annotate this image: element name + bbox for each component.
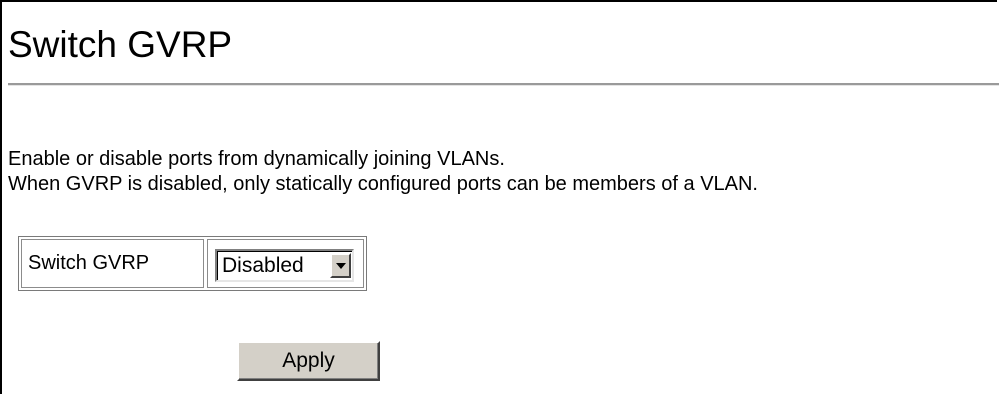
title-divider xyxy=(8,83,999,86)
select-dropdown-button[interactable] xyxy=(330,253,351,278)
select-inner: Disabled xyxy=(217,251,352,280)
page-title: Switch GVRP xyxy=(8,24,233,65)
page-description: Enable or disable ports from dynamically… xyxy=(8,147,758,197)
switch-gvrp-value-cell: Disabled xyxy=(207,239,364,288)
description-line-1: Enable or disable ports from dynamically… xyxy=(8,148,505,170)
switch-gvrp-selected-value: Disabled xyxy=(222,254,304,277)
switch-gvrp-label: Switch GVRP xyxy=(21,239,204,288)
description-line-2: When GVRP is disabled, only statically c… xyxy=(8,173,758,195)
switch-gvrp-select[interactable]: Disabled xyxy=(215,249,354,282)
switch-gvrp-table: Switch GVRP Disabled xyxy=(18,236,367,291)
chevron-down-icon xyxy=(336,263,346,269)
apply-button[interactable]: Apply xyxy=(237,341,380,381)
